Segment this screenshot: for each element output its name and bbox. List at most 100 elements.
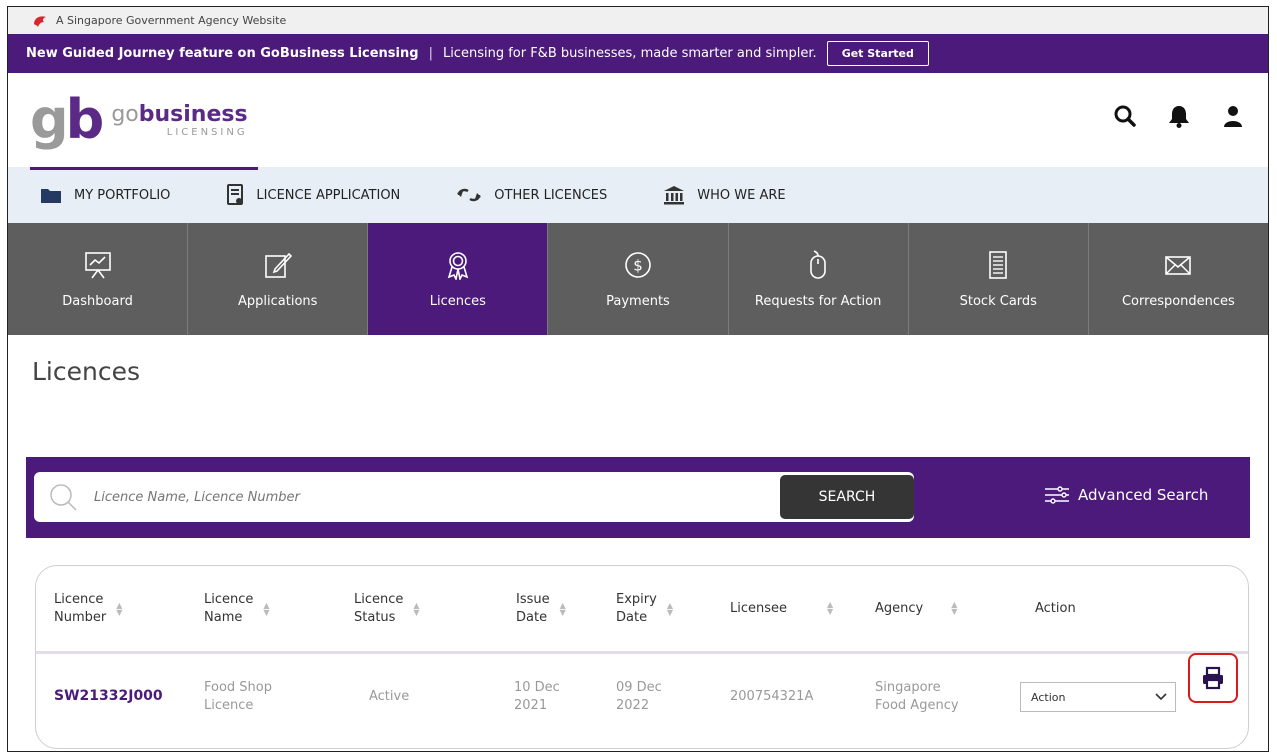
col-issue-date[interactable]: Issue Date ▲ ▼ <box>499 591 612 626</box>
presentation-icon <box>84 251 111 278</box>
announcement-feature: New Guided Journey feature on GoBusiness… <box>26 46 419 61</box>
col-licence-name[interactable]: Licence Name ▲ ▼ <box>204 591 354 626</box>
logo-name: business <box>138 102 248 127</box>
site-header: gb gobusiness LICENSING <box>8 73 1268 167</box>
sort-icon[interactable]: ▲ ▼ <box>827 601 833 616</box>
nav-licence-application[interactable]: LICENCE APPLICATION <box>226 184 400 206</box>
search-button[interactable]: SEARCH <box>780 475 914 519</box>
header-line1: Licence <box>354 591 404 607</box>
top-nav: MY PORTFOLIO LICENCE APPLICATION OTHER L… <box>8 167 1268 223</box>
tile-label: Correspondences <box>1121 293 1235 309</box>
header-line1: Licensee <box>730 600 788 616</box>
cell-line: Licence <box>204 698 254 713</box>
header-line2: Date <box>616 609 648 625</box>
col-action: Action <box>1035 600 1135 618</box>
cell-status: Active <box>369 688 410 704</box>
cell-line: 2021 <box>514 698 548 713</box>
nav-other-licences[interactable]: OTHER LICENCES <box>456 187 607 203</box>
mouse-icon <box>810 249 826 279</box>
tile-payments[interactable]: $ Payments <box>548 223 729 335</box>
sort-icon[interactable]: ▲ ▼ <box>116 601 122 616</box>
search-input[interactable] <box>92 488 696 506</box>
cell-expiry-date: 09 Dec 2022 <box>612 679 730 715</box>
get-started-button[interactable]: Get Started <box>826 41 929 66</box>
tile-correspondences[interactable]: Correspondences <box>1088 223 1268 335</box>
col-agency[interactable]: Agency ▲ ▼ <box>875 600 1035 618</box>
header-line2: Name <box>204 609 243 625</box>
cell-line: 2022 <box>616 698 650 713</box>
header-line1: Action <box>1035 600 1076 616</box>
document-icon <box>227 184 244 205</box>
sort-icon[interactable]: ▲ ▼ <box>560 601 566 616</box>
nav-label: MY PORTFOLIO <box>74 187 171 203</box>
search-panel: SEARCH Advanced Search <box>26 457 1250 538</box>
tile-stock-cards[interactable]: Stock Cards <box>908 223 1089 335</box>
announcement-separator: | <box>428 46 433 61</box>
exchange-icon <box>457 188 482 202</box>
action-dropdown-value: Action <box>1031 690 1066 704</box>
col-licence-status[interactable]: Licence Status ▲ ▼ <box>354 591 499 626</box>
logo-text: gobusiness LICENSING <box>111 102 247 138</box>
search-icon <box>50 484 77 511</box>
sort-icon[interactable]: ▲ ▼ <box>413 601 419 616</box>
chevron-down-icon <box>1155 693 1167 701</box>
sort-icon[interactable]: ▲ ▼ <box>667 601 673 616</box>
portfolio-tiles: Dashboard Applications Licences $ Paymen… <box>8 223 1268 335</box>
cell-line: 09 Dec <box>616 679 662 695</box>
dollar-icon: $ <box>625 251 651 278</box>
user-icon[interactable] <box>1220 103 1246 129</box>
folder-icon <box>41 189 61 203</box>
sliders-icon <box>1045 486 1069 504</box>
gov-banner-text: A Singapore Government Agency Website <box>56 14 287 27</box>
nav-who-we-are[interactable]: WHO WE ARE <box>663 185 786 205</box>
cell-line: Food Shop <box>204 679 273 695</box>
svg-text:$: $ <box>633 256 643 274</box>
col-licensee[interactable]: Licensee ▲ ▼ <box>730 600 875 618</box>
logo-prefix: go <box>111 102 139 127</box>
header-line2: Status <box>354 609 396 625</box>
search-box: SEARCH <box>34 472 914 522</box>
announcement-description: Licensing for F&B businesses, made smart… <box>442 46 817 61</box>
nav-label: OTHER LICENCES <box>494 187 608 203</box>
nav-label: WHO WE ARE <box>697 187 786 203</box>
logo-subtitle: LICENSING <box>166 127 248 138</box>
gobusiness-logo[interactable]: gb <box>30 93 104 147</box>
licence-number-link[interactable]: SW21332J000 <box>54 687 204 707</box>
printer-icon <box>1203 666 1223 690</box>
mail-icon <box>1165 255 1192 275</box>
header-line2: Number <box>54 609 107 625</box>
tile-applications[interactable]: Applications <box>188 223 369 335</box>
bell-icon[interactable] <box>1166 103 1192 129</box>
col-expiry-date[interactable]: Expiry Date ▲ ▼ <box>612 591 730 626</box>
sort-icon[interactable]: ▲ ▼ <box>263 601 269 616</box>
nav-my-portfolio[interactable]: MY PORTFOLIO <box>40 186 170 204</box>
tile-label: Applications <box>238 293 318 309</box>
cell-line: Singapore <box>875 679 941 695</box>
tile-label: Payments <box>606 293 670 309</box>
advanced-search-link[interactable]: Advanced Search <box>1044 485 1208 505</box>
cell-licensee: 200754321A <box>730 688 814 704</box>
announcement-bar: New Guided Journey feature on GoBusiness… <box>8 34 1268 73</box>
cell-issue-date: 10 Dec 2021 <box>499 679 612 715</box>
header-line1: Licence <box>54 591 104 607</box>
cell-line: 10 Dec <box>514 679 560 695</box>
stock-card-icon <box>989 250 1008 279</box>
action-dropdown[interactable]: Action <box>1020 682 1176 712</box>
building-icon <box>664 186 685 205</box>
award-icon <box>447 251 469 280</box>
tile-label: Stock Cards <box>959 293 1037 309</box>
header-line2: Date <box>516 609 548 625</box>
tile-requests-for-action[interactable]: Requests for Action <box>728 223 909 335</box>
search-icon[interactable] <box>1112 103 1138 129</box>
print-button[interactable] <box>1188 653 1238 703</box>
header-line1: Agency <box>875 600 924 616</box>
cell-line: Food Agency <box>875 698 959 713</box>
edit-icon <box>264 252 292 278</box>
col-licence-number[interactable]: Licence Number ▲ ▼ <box>54 591 204 626</box>
tile-licences[interactable]: Licences <box>368 223 549 335</box>
sort-icon[interactable]: ▲ ▼ <box>951 601 957 616</box>
tile-dashboard[interactable]: Dashboard <box>8 223 189 335</box>
tile-label: Requests for Action <box>754 293 882 309</box>
app-frame: A Singapore Government Agency Website Ne… <box>7 6 1269 752</box>
header-icons <box>1112 103 1246 129</box>
